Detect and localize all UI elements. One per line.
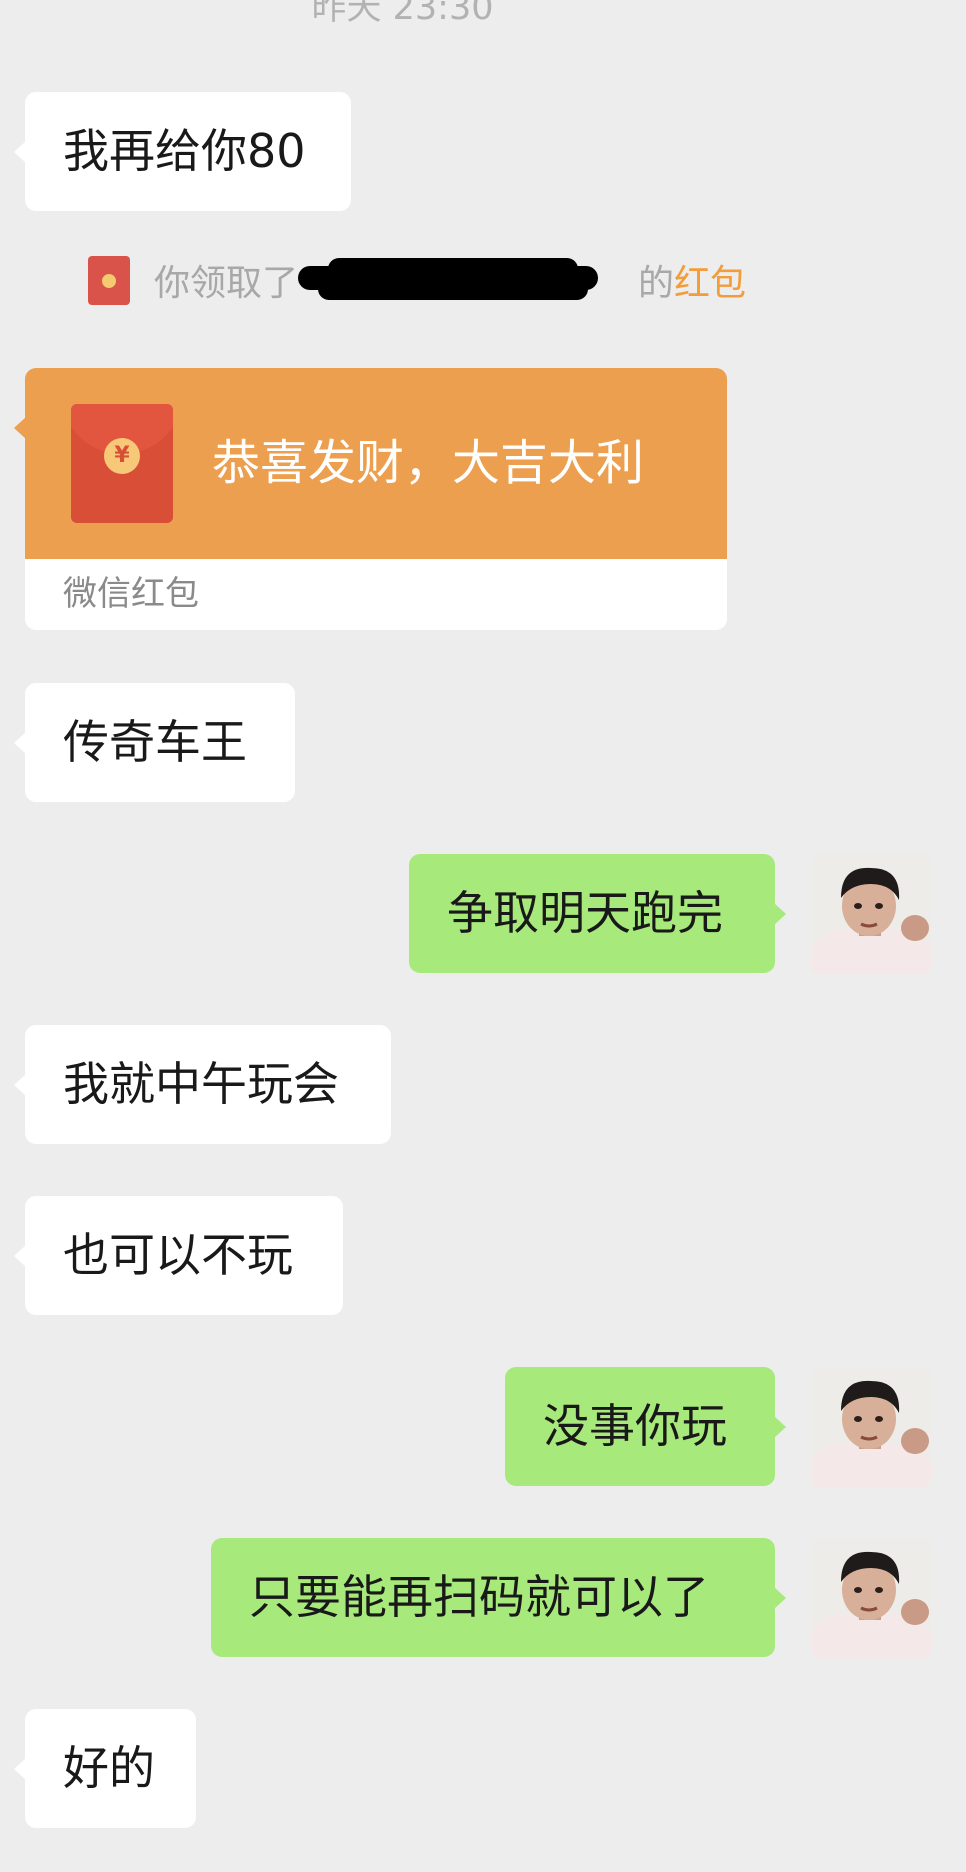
- message-bubble-outgoing[interactable]: 只要能再扫码就可以了: [211, 1538, 786, 1657]
- message-text: 也可以不玩: [63, 1228, 293, 1282]
- red-envelope-icon: ¥: [71, 404, 173, 523]
- message-bubble-incoming[interactable]: 好的: [14, 1709, 196, 1828]
- message-bubble-incoming[interactable]: 我就中午玩会: [14, 1025, 391, 1144]
- red-packet-header: ¥ 恭喜发财，大吉大利: [25, 368, 727, 559]
- avatar[interactable]: [811, 1538, 931, 1658]
- red-packet-icon: [88, 255, 130, 305]
- message-text: 我再给你80: [63, 124, 306, 178]
- timestamp: 昨天 23:30: [311, 0, 494, 28]
- red-packet-link[interactable]: 红包: [674, 254, 746, 306]
- notice-prefix: 你领取了: [154, 263, 299, 304]
- message-text: 只要能再扫码就可以了: [249, 1570, 709, 1624]
- red-packet-card[interactable]: ¥ 恭喜发财，大吉大利 微信红包: [25, 368, 727, 630]
- message-bubble-incoming[interactable]: 也可以不玩: [14, 1196, 343, 1315]
- red-packet-footer: 微信红包: [63, 574, 199, 614]
- message-text: 争取明天跑完: [447, 886, 723, 940]
- message-text: 好的: [63, 1741, 155, 1795]
- message-bubble-incoming[interactable]: 我再给你80: [14, 92, 351, 211]
- red-packet-received-notice: 你领取了 的 红包: [88, 254, 746, 306]
- message-bubble-outgoing[interactable]: 没事你玩: [505, 1367, 786, 1486]
- message-text: 没事你玩: [543, 1399, 727, 1453]
- message-text: 我就中午玩会: [63, 1057, 339, 1111]
- yuan-coin-icon: ¥: [104, 438, 140, 474]
- redacted-sender-name: [298, 254, 638, 306]
- message-bubble-outgoing[interactable]: 争取明天跑完: [409, 854, 786, 973]
- avatar[interactable]: [811, 854, 931, 974]
- notice-suffix: 的: [638, 263, 675, 304]
- message-text: 传奇车王: [63, 715, 247, 769]
- avatar[interactable]: [811, 1367, 931, 1487]
- red-packet-greeting: 恭喜发财，大吉大利: [212, 435, 645, 491]
- message-bubble-incoming[interactable]: 传奇车王: [14, 683, 295, 802]
